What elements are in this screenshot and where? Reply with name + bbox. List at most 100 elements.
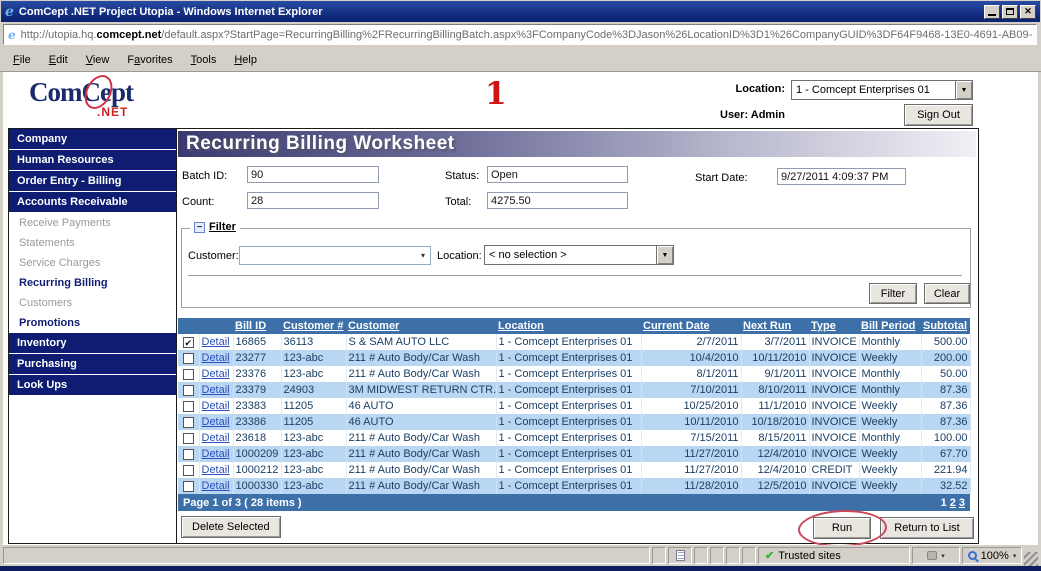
detail-link[interactable]: Detail (202, 336, 230, 348)
row-checkbox[interactable] (183, 385, 194, 396)
protected-mode-panel[interactable]: ▾ (912, 547, 960, 564)
cell-customer-no: 123-abc (281, 462, 346, 478)
page-favicon-icon: e (8, 28, 16, 42)
url-input[interactable]: e http://utopia.hq.comcept.net/default.a… (3, 24, 1037, 45)
cell-bill-period: Monthly (859, 430, 921, 446)
row-checkbox[interactable] (183, 433, 194, 444)
sign-out-button[interactable]: Sign Out (904, 104, 973, 126)
col-bill-period[interactable]: Bill Period (859, 318, 921, 334)
row-checkbox[interactable] (183, 353, 194, 364)
minimize-button[interactable] (984, 5, 1000, 19)
delete-selected-button[interactable]: Delete Selected (181, 516, 281, 538)
sidebar-item-look-ups[interactable]: Look Ups (9, 375, 176, 395)
cell-next-run: 11/1/2010 (741, 398, 809, 414)
col-type[interactable]: Type (809, 318, 859, 334)
cell-location: 1 - Comcept Enterprises 01 (496, 430, 641, 446)
sidebar-item-human-resources[interactable]: Human Resources (9, 150, 176, 170)
cell-detail: Detail (199, 462, 233, 478)
detail-link[interactable]: Detail (202, 368, 230, 380)
col-current-date[interactable]: Current Date (641, 318, 741, 334)
sidebar-item-company[interactable]: Company (9, 129, 176, 149)
cell-next-run: 12/5/2010 (741, 478, 809, 494)
row-checkbox[interactable]: ✔ (183, 337, 194, 348)
detail-link[interactable]: Detail (202, 384, 230, 396)
status-field[interactable] (487, 166, 628, 183)
sidebar-item-order-entry-billing[interactable]: Order Entry - Billing (9, 171, 176, 191)
detail-link[interactable]: Detail (202, 400, 230, 412)
location-dropdown-value: 1 - Comcept Enterprises 01 (796, 84, 930, 96)
security-zone-panel[interactable]: ✔ Trusted sites (758, 547, 910, 564)
billing-table: Bill ID Customer # Customer Location Cur… (178, 318, 971, 494)
row-checkbox[interactable] (183, 369, 194, 380)
menu-favorites[interactable]: Favorites (118, 51, 181, 69)
collapse-icon[interactable]: − (194, 222, 205, 233)
menu-edit[interactable]: Edit (40, 51, 77, 69)
chevron-down-icon[interactable]: ▾ (941, 552, 945, 560)
filter-legend-text[interactable]: Filter (209, 221, 236, 233)
resize-grip[interactable] (1024, 552, 1038, 566)
page-link-3[interactable]: 3 (959, 497, 965, 509)
col-subtotal[interactable]: Subtotal (921, 318, 970, 334)
total-field[interactable] (487, 192, 628, 209)
menu-bar: FileEditViewFavoritesToolsHelp (0, 48, 1041, 72)
menu-tools[interactable]: Tools (182, 51, 226, 69)
minimize-icon (988, 14, 996, 16)
menu-view[interactable]: View (77, 51, 119, 69)
cell-select (178, 462, 199, 478)
menu-help[interactable]: Help (225, 51, 266, 69)
row-checkbox[interactable] (183, 481, 194, 492)
sidebar-item-recurring-billing[interactable]: Recurring Billing (9, 273, 176, 293)
menu-file[interactable]: File (4, 51, 40, 69)
cell-customer: 211 # Auto Body/Car Wash (346, 446, 496, 462)
col-next-run[interactable]: Next Run (741, 318, 809, 334)
cell-customer-no: 24903 (281, 382, 346, 398)
detail-link[interactable]: Detail (202, 432, 230, 444)
page-link-1[interactable]: 1 (941, 497, 947, 509)
batch-id-field[interactable] (247, 166, 379, 183)
location-filter-dropdown[interactable]: < no selection > ▼ (484, 245, 674, 265)
start-date-field[interactable] (777, 168, 906, 185)
cell-bill-period: Monthly (859, 366, 921, 382)
detail-link[interactable]: Detail (202, 448, 230, 460)
sidebar-item-promotions[interactable]: Promotions (9, 313, 176, 333)
return-to-list-button[interactable]: Return to List (880, 517, 974, 539)
filter-button[interactable]: Filter (869, 283, 917, 304)
cell-location: 1 - Comcept Enterprises 01 (496, 366, 641, 382)
cell-bill-period: Weekly (859, 350, 921, 366)
detail-link[interactable]: Detail (202, 416, 230, 428)
chevron-down-icon[interactable]: ▾ (1013, 552, 1017, 560)
maximize-button[interactable] (1002, 5, 1018, 19)
detail-link[interactable]: Detail (202, 464, 230, 476)
zoom-control[interactable]: 100% ▾ (962, 547, 1022, 564)
address-bar: e http://utopia.hq.comcept.net/default.a… (0, 22, 1041, 48)
row-checkbox[interactable] (183, 449, 194, 460)
cell-detail: Detail (199, 350, 233, 366)
col-location[interactable]: Location (496, 318, 641, 334)
sidebar-item-inventory[interactable]: Inventory (9, 333, 176, 353)
chevron-down-icon[interactable]: ▼ (656, 246, 673, 264)
location-dropdown[interactable]: 1 - Comcept Enterprises 01 ▼ (791, 80, 973, 100)
chevron-down-icon[interactable]: ▼ (955, 81, 972, 99)
row-checkbox[interactable] (183, 401, 194, 412)
detail-link[interactable]: Detail (202, 352, 230, 364)
user-label: User: Admin (639, 109, 785, 121)
run-button[interactable]: Run (813, 517, 871, 539)
row-checkbox[interactable] (183, 417, 194, 428)
row-checkbox[interactable] (183, 465, 194, 476)
chevron-down-icon[interactable]: ▾ (421, 251, 425, 260)
detail-link[interactable]: Detail (202, 480, 230, 492)
close-button[interactable]: ✕ (1020, 5, 1036, 19)
col-customer-no[interactable]: Customer # (281, 318, 346, 334)
customer-filter-combo[interactable]: ▾ (239, 246, 431, 265)
cell-type: INVOICE (809, 366, 859, 382)
main-panel: Recurring Billing Worksheet Batch ID: Co… (176, 129, 978, 543)
cell-customer: 211 # Auto Body/Car Wash (346, 478, 496, 494)
sidebar-item-purchasing[interactable]: Purchasing (9, 354, 176, 374)
col-customer[interactable]: Customer (346, 318, 496, 334)
count-field[interactable] (247, 192, 379, 209)
sidebar-item-accounts-receivable[interactable]: Accounts Receivable (9, 192, 176, 212)
col-bill-id[interactable]: Bill ID (233, 318, 281, 334)
status-panel (694, 547, 708, 564)
page-link-2[interactable]: 2 (950, 497, 956, 509)
clear-button[interactable]: Clear (924, 283, 970, 304)
